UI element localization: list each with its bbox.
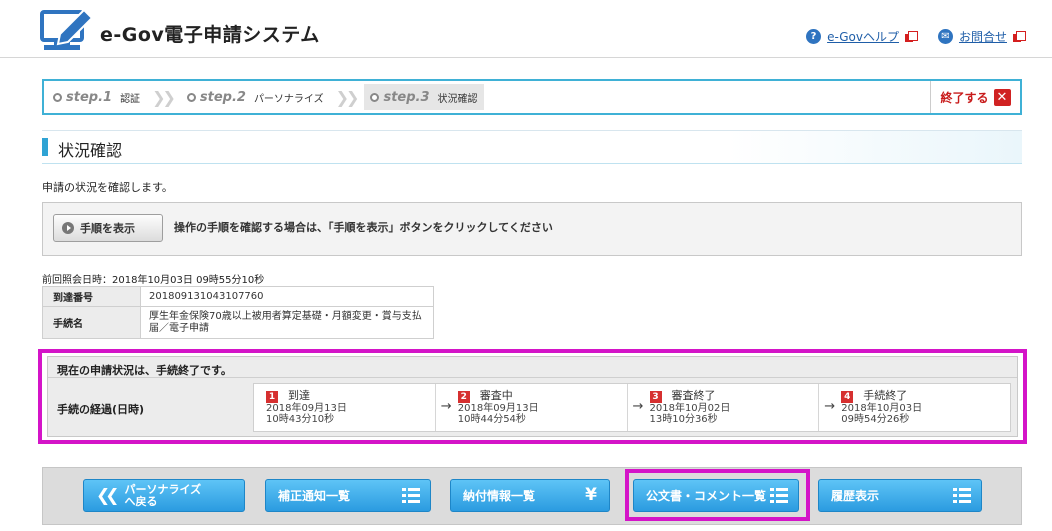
contact-link[interactable]: ✉ お問合せ xyxy=(937,28,1026,45)
egov-logo-icon xyxy=(40,8,94,50)
title-marker xyxy=(42,138,48,156)
step-label: 認証 xyxy=(120,93,141,105)
timeline-step-name: 審査終了 xyxy=(671,389,716,402)
step-3: step.3 状況確認 xyxy=(364,84,484,110)
show-procedure-button[interactable]: 手順を表示 xyxy=(53,214,163,242)
timeline-step: → 4 手続終了 2018年10月03日 09時54分26秒 xyxy=(819,384,1010,431)
help-icon: ? xyxy=(806,29,822,44)
step-dot-icon xyxy=(53,92,62,102)
contact-link-label[interactable]: お問合せ xyxy=(959,28,1007,45)
payment-info-list-button[interactable]: 納付情報一覧 ¥ xyxy=(450,479,610,512)
procedure-name-label: 手続名 xyxy=(42,306,141,339)
bottom-toolbar: ❮❮ パーソナライズ へ戻る 補正通知一覧 納付情報一覧 ¥ 公文書・コメント一… xyxy=(42,467,1022,525)
play-icon xyxy=(62,222,74,234)
timeline-time: 13時10分36秒 xyxy=(649,414,718,425)
timeline-step-name: 審査中 xyxy=(479,389,513,402)
correction-notice-label: 補正通知一覧 xyxy=(278,489,351,503)
step-number-badge: 2 xyxy=(457,391,470,403)
close-icon: ✕ xyxy=(993,88,1011,106)
back-button-line2: へ戻る xyxy=(124,494,158,508)
step-number: step.3 xyxy=(383,89,430,105)
external-window-icon xyxy=(904,31,918,42)
page-title-bar: 状況確認 xyxy=(42,130,1022,164)
timeline-date: 2018年09月13日 xyxy=(457,403,539,414)
back-button-line1: パーソナライズ xyxy=(124,482,202,496)
step-label: パーソナライズ xyxy=(253,93,324,105)
yen-icon: ¥ xyxy=(585,485,597,505)
documents-highlight-box xyxy=(625,469,810,521)
status-panel: 現在の申請状況は、手続終了です。 手続の経過(日時) 1 到達 2018年09月1… xyxy=(47,356,1018,437)
double-chevron-icon: ❯❯ xyxy=(152,87,176,107)
list-icon xyxy=(402,488,420,504)
arrival-number-value: 201809131043107760 xyxy=(140,286,434,307)
arrow-right-icon: → xyxy=(440,399,452,414)
timeline-date: 2018年10月03日 xyxy=(841,403,923,414)
timeline-date: 2018年10月02日 xyxy=(649,403,731,414)
procedure-instructions: 操作の手順を確認する場合は、「手順を表示」ボタンをクリックしてください xyxy=(174,221,553,234)
procedure-panel: 手順を表示 操作の手順を確認する場合は、「手順を表示」ボタンをクリックしてくださ… xyxy=(42,202,1022,256)
mail-icon: ✉ xyxy=(937,29,953,44)
timeline-time: 10時44分54秒 xyxy=(457,414,526,425)
header: e-Gov電子申請システム ? e-Govヘルプ ✉ お問合せ xyxy=(0,0,1052,58)
table-row: 到達番号 201809131043107760 xyxy=(42,286,434,307)
procedure-name-value: 厚生年金保険70歳以上被用者算定基礎・月額変更・賞与支払届／電子申請 xyxy=(140,306,434,339)
show-procedure-label: 手順を表示 xyxy=(80,222,135,235)
timeline-time: 09時54分26秒 xyxy=(841,414,910,425)
page-description: 申請の状況を確認します。 xyxy=(42,181,173,194)
arrival-number-label: 到達番号 xyxy=(42,286,141,307)
step-label: 状況確認 xyxy=(437,93,478,105)
list-icon xyxy=(953,488,971,504)
double-chevron-left-icon: ❮❮ xyxy=(96,485,119,506)
site-title: e-Gov電子申請システム xyxy=(100,24,320,46)
arrow-right-icon: → xyxy=(632,399,644,414)
progress-row: 手続の経過(日時) 1 到達 2018年09月13日 10時43分10秒 → 2審… xyxy=(48,377,1017,437)
correction-notice-list-button[interactable]: 補正通知一覧 xyxy=(265,479,431,512)
timeline-step: → 2 審査中 2018年09月13日 10時44分54秒 xyxy=(436,384,628,431)
timeline-step-name: 手続終了 xyxy=(863,389,908,402)
step-progress-bar: step.1 認証 ❯❯ step.2 パーソナライズ ❯❯ step.3 状況… xyxy=(42,79,1022,115)
timeline-step: 1 到達 2018年09月13日 10時43分10秒 xyxy=(254,384,436,431)
history-button[interactable]: 履歴表示 xyxy=(818,479,982,512)
progress-timeline: 1 到達 2018年09月13日 10時43分10秒 → 2 審査中 2018年09… xyxy=(253,383,1011,432)
application-info-table: 到達番号 201809131043107760 手続名 厚生年金保険70歳以上被… xyxy=(42,286,434,339)
step-2: step.2 パーソナライズ xyxy=(181,84,330,110)
timeline-step: → 3 審査終了 2018年10月02日 13時10分36秒 xyxy=(628,384,820,431)
status-highlight-box: 現在の申請状況は、手続終了です。 手続の経過(日時) 1 到達 2018年09月1… xyxy=(38,349,1027,444)
step-number: step.2 xyxy=(199,89,246,105)
external-window-icon xyxy=(1013,31,1026,42)
step-number-badge: 3 xyxy=(649,391,662,403)
step-number: step.1 xyxy=(66,89,113,105)
help-link-label[interactable]: e-Govヘルプ xyxy=(827,28,899,45)
end-button[interactable]: 終了する ✕ xyxy=(930,81,1020,113)
payment-info-label: 納付情報一覧 xyxy=(463,489,536,503)
step-dot-icon xyxy=(186,92,196,102)
table-row: 手続名 厚生年金保険70歳以上被用者算定基礎・月額変更・賞与支払届／電子申請 xyxy=(42,306,434,339)
step-number-badge: 4 xyxy=(841,391,854,403)
status-heading: 現在の申請状況は、手続終了です。 xyxy=(57,364,232,377)
progress-label: 手続の経過(日時) xyxy=(57,403,145,416)
last-reference-datetime: 前回照会日時：2018年10月03日 09時55分10秒 xyxy=(42,275,265,286)
timeline-time: 10時43分10秒 xyxy=(266,414,335,425)
help-link[interactable]: ? e-Govヘルプ xyxy=(806,28,918,45)
end-button-label: 終了する xyxy=(940,90,989,105)
history-label: 履歴表示 xyxy=(831,489,880,503)
page-title: 状況確認 xyxy=(58,141,123,160)
timeline-step-name: 到達 xyxy=(288,389,310,402)
arrow-right-icon: → xyxy=(824,399,836,414)
timeline-date: 2018年09月13日 xyxy=(266,403,347,414)
back-to-personalize-button[interactable]: ❮❮ パーソナライズ へ戻る xyxy=(83,479,245,512)
double-chevron-icon: ❯❯ xyxy=(335,87,360,107)
step-number-badge: 1 xyxy=(266,391,278,403)
step-dot-icon xyxy=(370,92,380,102)
step-1: step.1 認証 xyxy=(47,84,146,110)
